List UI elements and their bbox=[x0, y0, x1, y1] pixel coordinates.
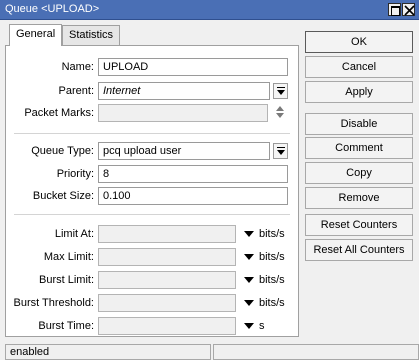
copy-button[interactable]: Copy bbox=[305, 162, 413, 184]
burst-limit-field[interactable] bbox=[98, 271, 236, 289]
burst-limit-unit: bits/s bbox=[259, 274, 285, 286]
burst-limit-label: Burst Limit: bbox=[38, 274, 94, 286]
divider bbox=[14, 214, 290, 215]
apply-button[interactable]: Apply bbox=[305, 81, 413, 103]
burst-time-unit: s bbox=[259, 320, 265, 332]
status-bar-right bbox=[213, 344, 419, 360]
priority-field[interactable]: 8 bbox=[98, 165, 288, 183]
burst-time-label: Burst Time: bbox=[38, 320, 94, 332]
expand-triangle-icon[interactable] bbox=[244, 254, 254, 260]
burst-threshold-unit: bits/s bbox=[259, 297, 285, 309]
cancel-button[interactable]: Cancel bbox=[305, 56, 413, 78]
dropdown-arrow-icon[interactable] bbox=[273, 83, 288, 99]
limit-at-unit: bits/s bbox=[259, 228, 285, 240]
queue-type-label: Queue Type: bbox=[31, 145, 94, 157]
burst-threshold-field[interactable] bbox=[98, 294, 236, 312]
max-limit-unit: bits/s bbox=[259, 251, 285, 263]
bucket-size-label: Bucket Size: bbox=[32, 190, 94, 202]
maximize-icon[interactable] bbox=[388, 3, 401, 16]
up-down-arrow-icon[interactable] bbox=[275, 104, 285, 123]
packet-marks-label: Packet Marks: bbox=[24, 107, 94, 119]
expand-triangle-icon[interactable] bbox=[244, 277, 254, 283]
divider bbox=[14, 133, 290, 134]
window-title: Queue <UPLOAD> bbox=[5, 3, 100, 15]
bucket-size-field[interactable]: 0.100 bbox=[98, 187, 288, 205]
tab-general[interactable]: General bbox=[9, 24, 63, 46]
window-titlebar: Queue <UPLOAD> bbox=[0, 0, 419, 20]
remove-button[interactable]: Remove bbox=[305, 187, 413, 209]
status-text: enabled bbox=[10, 346, 50, 358]
name-field[interactable]: UPLOAD bbox=[98, 58, 288, 76]
queue-type-field[interactable]: pcq upload user bbox=[98, 142, 270, 160]
reset-all-counters-button[interactable]: Reset All Counters bbox=[305, 239, 413, 261]
tab-statistics[interactable]: Statistics bbox=[62, 25, 121, 45]
dropdown-arrow-icon[interactable] bbox=[273, 143, 288, 159]
parent-label: Parent: bbox=[58, 85, 94, 97]
limit-at-label: Limit At: bbox=[54, 228, 94, 240]
expand-triangle-icon[interactable] bbox=[244, 323, 254, 329]
packet-marks-field[interactable] bbox=[98, 104, 268, 122]
close-icon[interactable] bbox=[402, 3, 415, 16]
reset-counters-button[interactable]: Reset Counters bbox=[305, 214, 413, 236]
parent-field[interactable]: Internet bbox=[98, 82, 270, 100]
burst-time-field[interactable] bbox=[98, 317, 236, 335]
tab-general-label: General bbox=[16, 28, 56, 40]
limit-at-field[interactable] bbox=[98, 225, 236, 243]
name-label: Name: bbox=[61, 61, 94, 73]
ok-button[interactable]: OK bbox=[305, 31, 413, 53]
tab-statistics-label: Statistics bbox=[69, 29, 114, 41]
comment-button[interactable]: Comment bbox=[305, 137, 413, 159]
priority-label: Priority: bbox=[56, 168, 94, 180]
status-bar: enabled bbox=[5, 344, 211, 360]
expand-triangle-icon[interactable] bbox=[244, 231, 254, 237]
max-limit-label: Max Limit: bbox=[43, 251, 94, 263]
expand-triangle-icon[interactable] bbox=[244, 300, 254, 306]
burst-threshold-label: Burst Threshold: bbox=[13, 297, 94, 309]
disable-button[interactable]: Disable bbox=[305, 113, 413, 135]
max-limit-field[interactable] bbox=[98, 248, 236, 266]
